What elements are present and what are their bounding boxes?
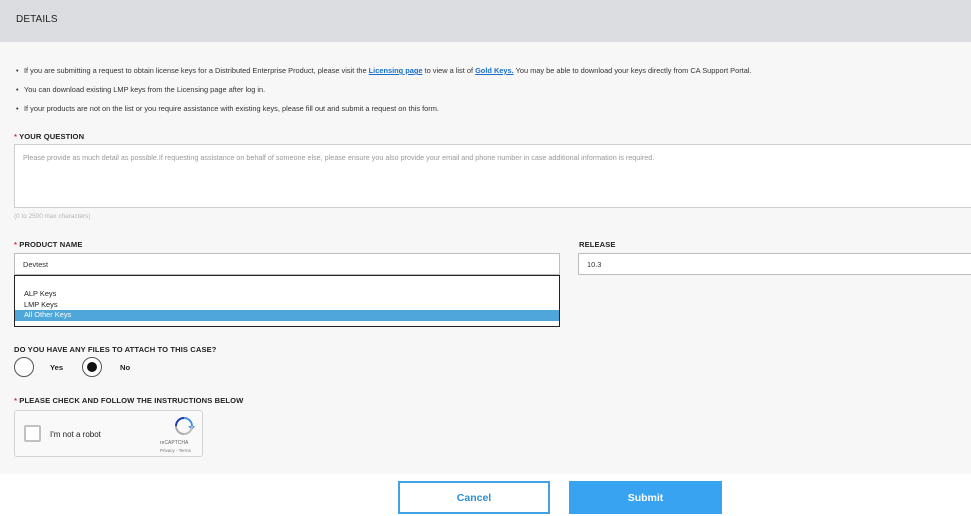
release-input[interactable]: 10.3 — [578, 253, 971, 275]
submit-button[interactable]: Submit — [569, 481, 722, 514]
question-textarea[interactable]: Please provide as much detail as possibl… — [14, 144, 971, 208]
info-bullet: • If you are submitting a request to obta… — [16, 66, 752, 75]
required-mark: * — [14, 132, 18, 141]
attach-files-label: DO YOU HAVE ANY FILES TO ATTACH TO THIS … — [14, 345, 217, 354]
attach-no-label: No — [120, 363, 131, 372]
question-placeholder: Please provide as much detail as possibl… — [23, 153, 655, 162]
required-mark: * — [14, 240, 18, 249]
required-mark: * — [14, 396, 18, 405]
info-bullet: • You can download existing LMP keys from… — [16, 85, 266, 94]
dropdown-option-lmp-keys[interactable]: LMP Keys — [15, 300, 559, 311]
info-bullets: • If you are submitting a request to obta… — [16, 66, 966, 123]
char-limit-hint: (0 to 2500 max characters) — [14, 213, 91, 220]
details-header: DETAILS — [0, 0, 971, 42]
dropdown-option-alp-keys[interactable]: ALP Keys — [15, 289, 559, 300]
attach-no-radio[interactable] — [82, 357, 102, 377]
question-label: * YOUR QUESTION — [14, 132, 85, 141]
release-label: RELEASE — [579, 240, 616, 249]
form-panel: • If you are submitting a request to obta… — [0, 42, 971, 474]
recaptcha-widget: I'm not a robot reCAPTCHA Privacy - Term… — [14, 410, 203, 457]
recaptcha-brand: reCAPTCHA — [160, 440, 189, 446]
dropdown-option-all-other-keys[interactable]: All Other Keys — [15, 310, 559, 321]
captcha-section-label: * PLEASE CHECK AND FOLLOW THE INSTRUCTIO… — [14, 396, 244, 405]
product-dropdown-list: ALP Keys LMP Keys All Other Keys — [14, 275, 560, 327]
gold-keys-link[interactable]: Gold Keys. — [475, 66, 514, 75]
attach-yes-radio[interactable] — [14, 357, 34, 377]
product-name-label: * PRODUCT NAME — [14, 240, 83, 249]
recaptcha-checkbox[interactable] — [24, 425, 41, 442]
recaptcha-privacy-terms[interactable]: Privacy - Terms — [160, 448, 191, 453]
product-name-input[interactable]: Devtest — [14, 253, 560, 275]
recaptcha-logo-icon — [175, 417, 195, 435]
licensing-page-link[interactable]: Licensing page — [369, 66, 423, 75]
attach-yes-label: Yes — [50, 363, 64, 372]
recaptcha-label: I'm not a robot — [50, 430, 101, 439]
info-bullet: • If your products are not on the list or… — [16, 104, 439, 113]
cancel-button[interactable]: Cancel — [398, 481, 550, 514]
details-title: DETAILS — [16, 14, 58, 25]
